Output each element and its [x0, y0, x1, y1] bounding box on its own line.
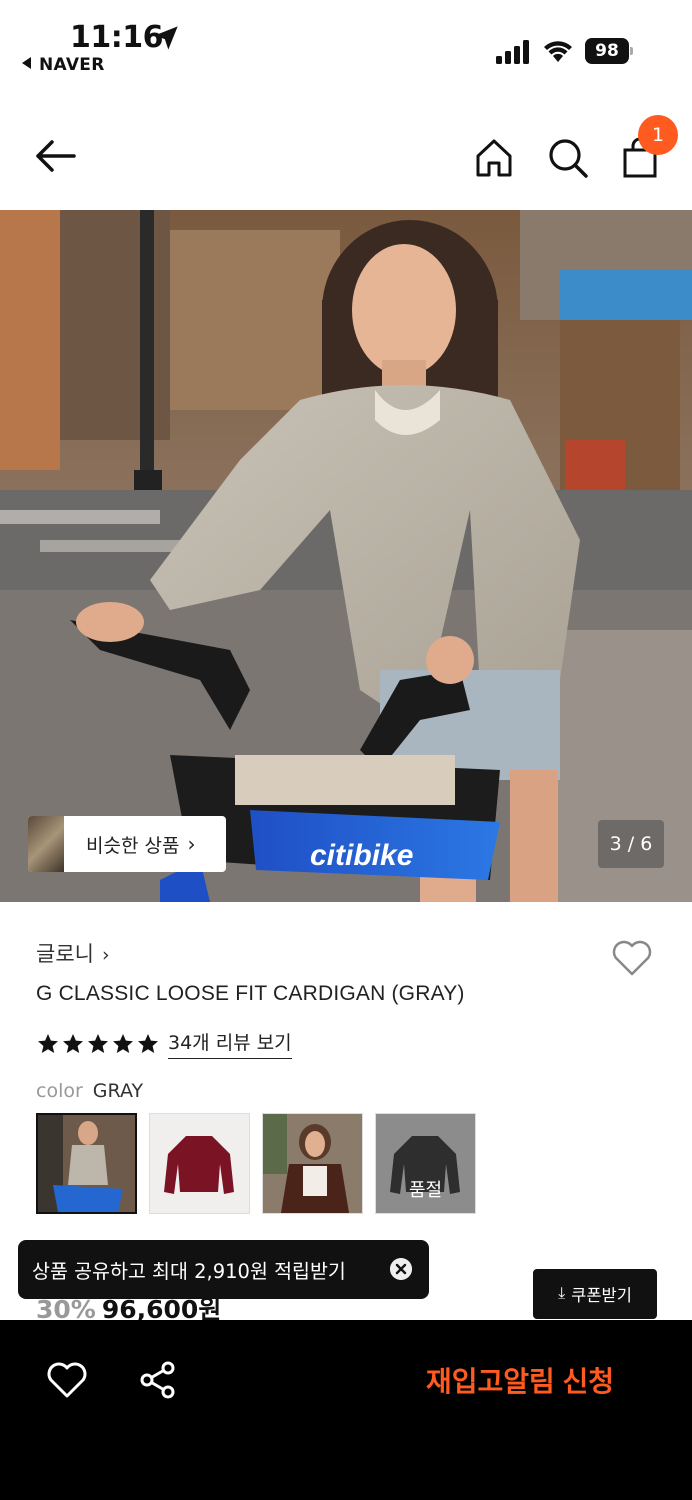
- battery-level: 98: [585, 38, 629, 64]
- similar-thumbnail: [28, 816, 64, 872]
- chevron-right-icon: ›: [187, 832, 196, 856]
- image-page-indicator: 3 / 6: [598, 820, 664, 868]
- back-app-label: NAVER: [39, 55, 105, 75]
- share-reward-toast[interactable]: 상품 공유하고 최대 2,910원 적립받기: [18, 1240, 429, 1299]
- search-icon: [549, 139, 588, 178]
- back-button[interactable]: [30, 136, 82, 176]
- heart-icon[interactable]: [46, 1360, 88, 1400]
- back-triangle-icon: [22, 57, 31, 69]
- similar-products-button[interactable]: 비슷한 상품 ›: [28, 816, 226, 872]
- bottom-action-bar: 재입고알림 신청: [0, 1320, 692, 1500]
- swatch-burgundy[interactable]: [149, 1113, 250, 1214]
- coupon-label: 쿠폰받기: [571, 1287, 632, 1305]
- swatch-burgundy-image: [150, 1114, 249, 1213]
- star-icon: [113, 1033, 133, 1053]
- chevron-right-icon: ›: [101, 944, 110, 966]
- star-icon: [138, 1033, 158, 1053]
- cellular-signal-icon: [496, 40, 529, 64]
- product-photo: citibike: [0, 210, 692, 902]
- similar-products-label: 비슷한 상품: [86, 834, 180, 857]
- color-swatches: 품절: [36, 1113, 476, 1214]
- reviews-link[interactable]: 34개 리뷰 보기: [168, 1028, 292, 1059]
- battery-indicator: 98: [585, 38, 633, 64]
- home-icon: [476, 139, 512, 177]
- coupon-button[interactable]: ⤓ 쿠폰받기: [533, 1269, 657, 1319]
- rating-row: 34개 리뷰 보기: [36, 1028, 292, 1059]
- battery-nub: [630, 47, 633, 55]
- wishlist-heart-icon[interactable]: [610, 938, 654, 978]
- close-icon[interactable]: [390, 1258, 412, 1280]
- restock-alert-button[interactable]: 재입고알림 신청: [400, 1360, 640, 1404]
- star-icon: [63, 1033, 83, 1053]
- download-icon: ⤓: [558, 1285, 566, 1302]
- top-navigation: 1: [0, 100, 692, 210]
- status-time: 11:16: [70, 20, 164, 55]
- wifi-icon: [544, 41, 572, 62]
- product-title: G CLASSIC LOOSE FIT CARDIGAN (GRAY): [36, 982, 465, 1005]
- toast-text: 상품 공유하고 최대 2,910원 적립받기: [32, 1260, 346, 1283]
- star-icon: [88, 1033, 108, 1053]
- status-bar: 11:16 NAVER 98: [0, 0, 692, 90]
- rating-stars: [36, 1032, 160, 1056]
- product-image-carousel[interactable]: citibike: [0, 210, 692, 902]
- brand-name: 글로니: [36, 942, 94, 966]
- color-row: color GRAY: [36, 1080, 143, 1102]
- back-to-app-link[interactable]: NAVER: [22, 55, 105, 75]
- swatch-gray-image: [38, 1115, 135, 1212]
- share-icon[interactable]: [138, 1360, 178, 1400]
- sold-out-label: 품절: [408, 1180, 443, 1201]
- location-arrow-icon: [154, 26, 178, 50]
- color-label: color: [36, 1080, 83, 1102]
- swatch-gray[interactable]: [36, 1113, 137, 1214]
- brand-link[interactable]: 글로니 ›: [36, 938, 110, 968]
- star-icon: [38, 1033, 58, 1053]
- swatch-brown-image: [263, 1114, 362, 1213]
- bike-brand-text: citibike: [310, 839, 413, 872]
- swatch-brown[interactable]: [262, 1113, 363, 1214]
- cart-count-badge: 1: [638, 115, 678, 155]
- color-value: GRAY: [92, 1080, 144, 1102]
- home-button[interactable]: [472, 136, 516, 180]
- swatch-black[interactable]: 품절: [375, 1113, 476, 1214]
- search-button[interactable]: [546, 136, 590, 180]
- arrow-left-icon: [36, 140, 76, 172]
